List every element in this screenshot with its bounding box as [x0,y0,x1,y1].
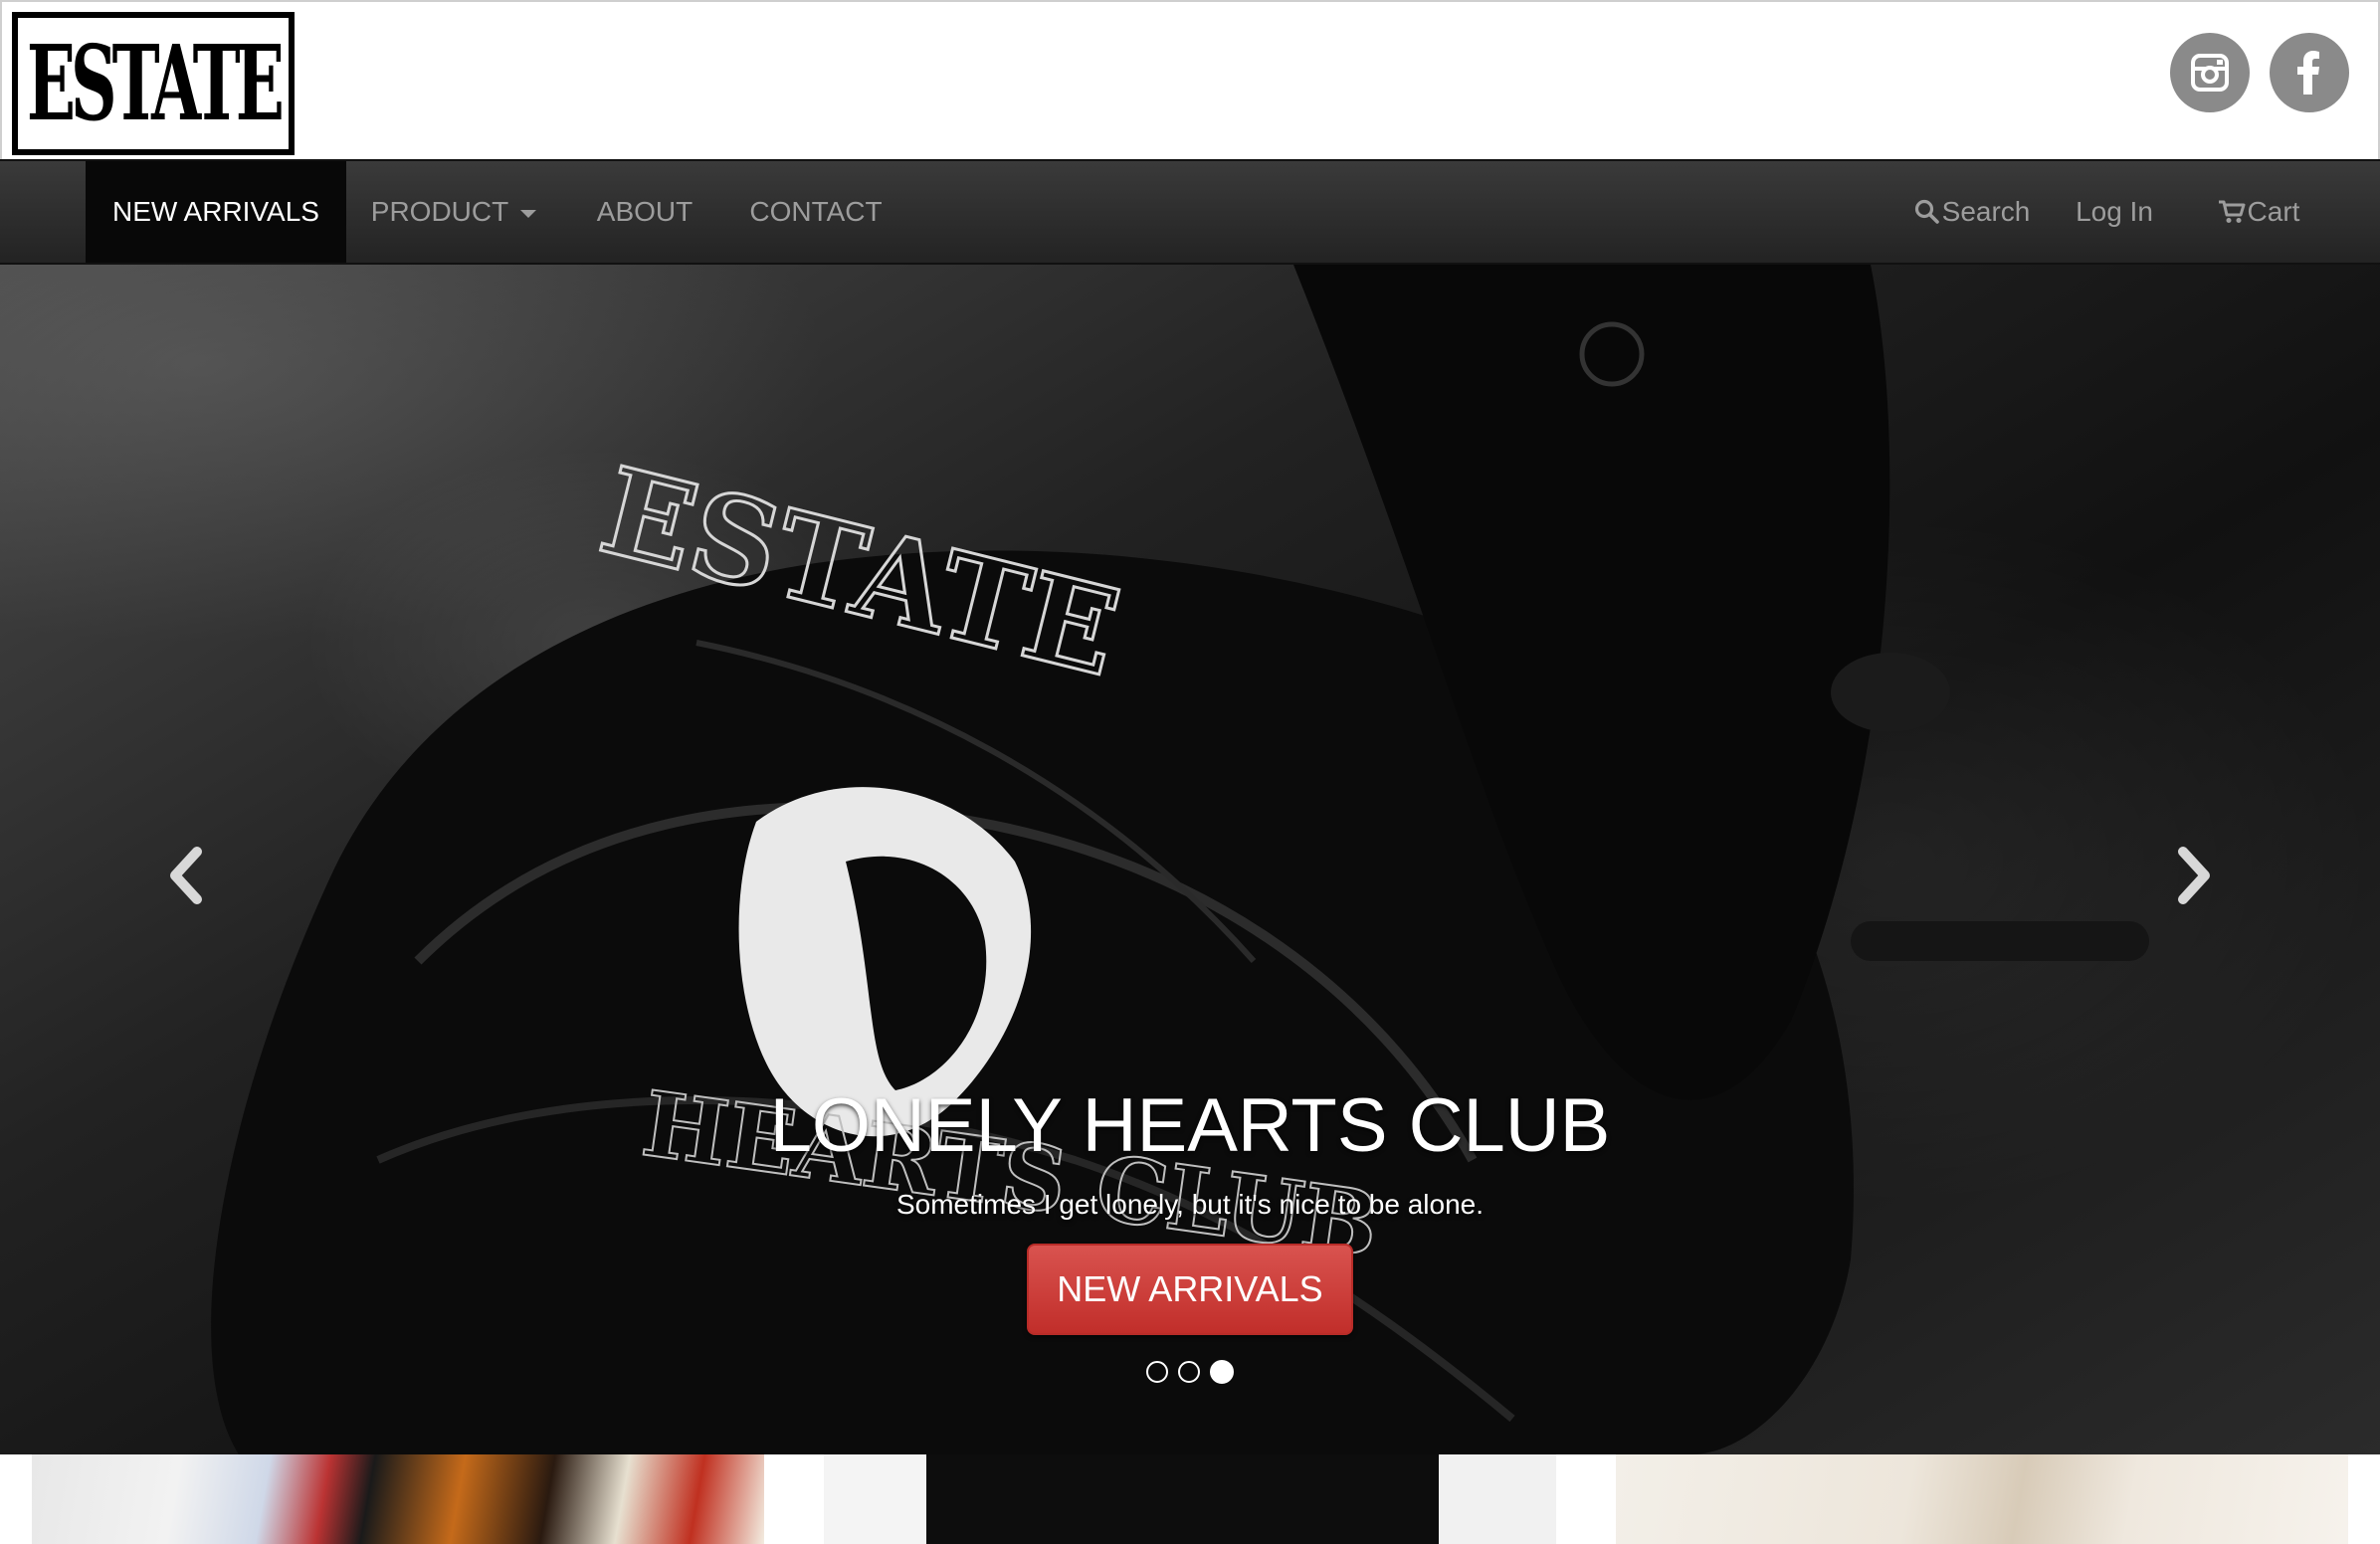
nav-about[interactable]: ABOUT [565,161,724,263]
nav-new-arrivals-label: NEW ARRIVALS [112,196,319,227]
carousel-next-button[interactable] [2165,836,2225,915]
caret-down-icon [520,210,537,218]
site-header: ESTATE [0,0,2380,159]
chevron-left-icon [170,847,202,904]
nav-product-dropdown[interactable]: PRODUCT [346,161,561,263]
hero-title: LONELY HEARTS CLUB [769,1083,1611,1168]
carousel-indicator-2[interactable] [1178,1361,1200,1383]
carousel-indicators [1146,1360,1234,1384]
nav-search[interactable]: Search [1884,161,2060,263]
cart-icon [2218,200,2246,223]
facebook-button[interactable] [2270,33,2349,112]
estate-logo[interactable]: ESTATE [12,12,295,155]
instagram-icon [2191,54,2229,92]
product-thumbnail-1[interactable] [32,1454,764,1544]
logo-text: ESTATE [26,22,285,144]
carousel-indicator-3[interactable] [1210,1360,1234,1384]
instagram-button[interactable] [2170,33,2250,112]
nav-login-label: Log In [2076,196,2153,227]
carousel-indicator-1[interactable] [1146,1361,1168,1383]
main-navbar: NEW ARRIVALS PRODUCT ABOUT CONTACT Searc… [0,159,2380,265]
product-thumbnail-3[interactable] [1616,1454,2348,1544]
nav-about-label: ABOUT [596,196,694,227]
product-thumbnail-2[interactable] [824,1454,1556,1544]
search-icon [1914,199,1939,224]
nav-cart[interactable]: Cart [2189,161,2328,263]
nav-new-arrivals[interactable]: NEW ARRIVALS [86,161,346,263]
nav-login[interactable]: Log In [2060,161,2169,263]
nav-cart-label: Cart [2247,196,2300,227]
chevron-right-icon [2178,847,2210,904]
nav-contact[interactable]: CONTACT [724,161,907,263]
facebook-icon [2297,51,2319,95]
cta-label: NEW ARRIVALS [1057,1268,1323,1309]
new-arrivals-cta-button[interactable]: NEW ARRIVALS [1027,1244,1353,1335]
carousel-prev-button[interactable] [155,836,215,915]
nav-search-label: Search [1941,196,2031,227]
nav-product-label: PRODUCT [370,196,509,227]
nav-contact-label: CONTACT [749,196,883,227]
hero-subtitle: Sometimes I get lonely, but it's nice to… [895,1189,1485,1220]
